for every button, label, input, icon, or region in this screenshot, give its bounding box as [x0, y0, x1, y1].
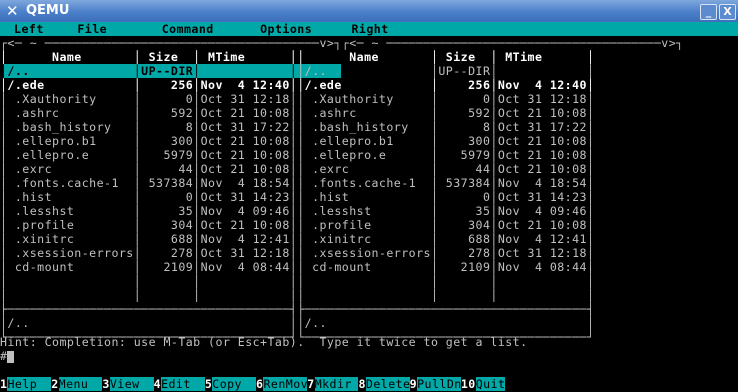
file-row: │ .profile │ 304│Oct 21 10:08││ .profile…	[0, 218, 738, 232]
file-row: │ .exrc │ 44│Oct 21 10:08││ .exrc │ 44│O…	[0, 162, 738, 176]
right-file-row[interactable]: │ .ellepro.e │ 5979│Oct 21 10:08│	[297, 148, 594, 162]
fkey-view[interactable]: 3View	[102, 377, 155, 391]
menu-left[interactable]: Left	[14, 22, 44, 36]
left-status: │/.. │	[0, 316, 298, 330]
fkey-edit[interactable]: 4Edit	[153, 377, 206, 391]
hint-line: Hint: Completion: use M-Tab (or Esc+Tab)…	[0, 335, 528, 349]
fkey-label: Delete	[365, 377, 411, 391]
left-file-row[interactable]: │ .lesshst │ 35│Nov 4 09:46│	[0, 204, 297, 218]
panel-separator: ├──────────────────────────────────────┤…	[0, 302, 595, 316]
menu-file[interactable]: File	[77, 22, 107, 36]
right-column-headers: │ Name │ Size │ MTime │	[297, 50, 595, 64]
status-row: │/.. ││/.. │	[0, 316, 738, 330]
file-row: │ .bash_history │ 8│Oct 31 17:22││ .bash…	[0, 120, 738, 134]
empty-row: │ │ │ ││ │ │ │	[0, 288, 595, 302]
column-header-row: │ Name │ Size │ MTime ││ Name │ Size │ M…	[0, 50, 738, 64]
right-parent-dir-row[interactable]: │/.. │UP--DIR│ │	[297, 64, 594, 78]
terminal[interactable]: Left File Command Options Right ┌<─ ~ ──────…	[0, 22, 738, 392]
fkey-number: 3	[102, 377, 110, 391]
fkey-label: PullDn	[417, 377, 462, 391]
file-row: │ .xinitrc │ 688│Nov 4 12:41││ .xinitrc …	[0, 232, 738, 246]
fkey-number: 10	[460, 377, 476, 391]
fkey-mkdir[interactable]: 7Mkdir	[307, 377, 360, 391]
fkey-renmov[interactable]: 6RenMov	[256, 377, 309, 391]
fkey-label: View	[109, 377, 155, 391]
file-row: │ .hist │ 0│Oct 31 14:23││ .hist │ 0│Oct…	[0, 190, 738, 204]
fkey-quit[interactable]: 10Quit	[460, 377, 506, 391]
left-file-row[interactable]: │ .ellepro.e │ 5979│Oct 21 10:08│	[0, 148, 297, 162]
app-x-icon: ✕	[6, 2, 19, 20]
left-file-row[interactable]: │ .ellepro.b1 │ 300│Oct 21 10:08│	[0, 134, 297, 148]
left-file-row[interactable]: │ .xsession-errors│ 278│Oct 31 12:18│	[0, 246, 297, 260]
text-cursor	[7, 350, 15, 363]
parent-dir-row: │/.. │UP--DIR│ ││/.. │UP--DIR│ │	[0, 64, 738, 78]
fkey-label: Help	[7, 377, 53, 391]
left-file-row[interactable]: │ cd-mount │ 2109│Nov 4 08:44│	[0, 260, 297, 274]
fkey-menu[interactable]: 2Menu	[51, 377, 104, 391]
fkey-label: Menu	[58, 377, 104, 391]
left-column-headers: │ Name │ Size │ MTime │	[0, 50, 298, 64]
fkey-number: 7	[307, 377, 315, 391]
file-row: │ .ellepro.b1 │ 300│Oct 21 10:08││ .elle…	[0, 134, 738, 148]
window-title: QEMU	[26, 3, 70, 18]
left-file-row[interactable]: │ .Xauthority │ 0│Oct 31 12:18│	[0, 92, 297, 106]
left-parent-dir-row[interactable]: │/.. │UP--DIR│ │	[0, 64, 297, 78]
left-file-row[interactable]: │ .fonts.cache-1 │ 537384│Nov 4 18:54│	[0, 176, 297, 190]
right-status: │/.. │	[297, 316, 595, 330]
right-file-row[interactable]: │ .ellepro.b1 │ 300│Oct 21 10:08│	[297, 134, 594, 148]
fkey-label: Edit	[161, 377, 206, 391]
file-row: │ .ashrc │ 592│Oct 21 10:08││ .ashrc │ 5…	[0, 106, 738, 120]
empty-row: │ │ │ ││ │ │ │	[0, 274, 595, 288]
right-file-row[interactable]: │ .exrc │ 44│Oct 21 10:08│	[297, 162, 594, 176]
right-file-row[interactable]: │ .Xauthority │ 0│Oct 31 12:18│	[297, 92, 594, 106]
fkey-number: 9	[409, 377, 418, 391]
right-file-row[interactable]: │ .xinitrc │ 688│Nov 4 12:41│	[297, 232, 594, 246]
left-file-row[interactable]: │/.ede │ 256│Nov 4 12:40│	[0, 78, 297, 92]
command-prompt[interactable]: #	[0, 349, 738, 363]
right-file-row[interactable]: │ .hist │ 0│Oct 31 14:23│	[297, 190, 594, 204]
mc-menubar: Left File Command Options Right	[0, 22, 738, 36]
file-row: │ .fonts.cache-1 │ 537384│Nov 4 18:54││ …	[0, 176, 738, 190]
left-file-row[interactable]: │ .bash_history │ 8│Oct 31 17:22│	[0, 120, 297, 134]
fkey-help[interactable]: 1Help	[0, 377, 53, 391]
panel-top-border: ┌<─ ~ ──────────────────────────────────…	[0, 36, 684, 50]
file-row: │ cd-mount │ 2109│Nov 4 08:44││ cd-mount…	[0, 260, 738, 274]
right-file-row[interactable]: │ .xsession-errors│ 278│Oct 31 12:18│	[297, 246, 594, 260]
right-file-row[interactable]: │ .lesshst │ 35│Nov 4 09:46│	[297, 204, 594, 218]
fkey-copy[interactable]: 5Copy	[204, 377, 257, 391]
left-file-row[interactable]: │ .hist │ 0│Oct 31 14:23│	[0, 190, 297, 204]
right-file-row[interactable]: │ .bash_history │ 8│Oct 31 17:22│	[297, 120, 594, 134]
right-file-row[interactable]: │/.ede │ 256│Nov 4 12:40│	[297, 78, 594, 92]
menu-options[interactable]: Options	[260, 22, 312, 36]
fkey-pulldn[interactable]: 9PullDn	[409, 377, 462, 391]
left-file-row[interactable]: │ .exrc │ 44│Oct 21 10:08│	[0, 162, 297, 176]
left-file-row[interactable]: │ .profile │ 304│Oct 21 10:08│	[0, 218, 297, 232]
close-button[interactable]: X	[719, 4, 736, 20]
left-file-row[interactable]: │ .ashrc │ 592│Oct 21 10:08│	[0, 106, 297, 120]
menu-command[interactable]: Command	[162, 22, 214, 36]
file-row: │/.ede │ 256│Nov 4 12:40││/.ede │ 256│No…	[0, 78, 738, 92]
fkey-label: Quit	[475, 377, 506, 391]
minimize-button[interactable]: _	[700, 4, 717, 20]
menu-right[interactable]: Right	[352, 22, 389, 36]
fkey-label: RenMov	[263, 377, 309, 391]
file-row: │ .ellepro.e │ 5979│Oct 21 10:08││ .elle…	[0, 148, 738, 162]
left-file-row[interactable]: │ .xinitrc │ 688│Nov 4 12:41│	[0, 232, 297, 246]
fkey-number: 8	[358, 377, 366, 391]
file-row: │ .Xauthority │ 0│Oct 31 12:18││ .Xautho…	[0, 92, 738, 106]
window-titlebar: ✕ QEMU _ X	[0, 0, 738, 22]
right-file-row[interactable]: │ cd-mount │ 2109│Nov 4 08:44│	[297, 260, 594, 274]
fkey-label: Mkdir	[314, 377, 360, 391]
fkey-number: 2	[51, 377, 59, 391]
file-row: │ .xsession-errors│ 278│Oct 31 12:18││ .…	[0, 246, 738, 260]
fkey-label: Copy	[212, 377, 257, 391]
file-row: │ .lesshst │ 35│Nov 4 09:46││ .lesshst │…	[0, 204, 738, 218]
fkey-number: 4	[153, 377, 162, 391]
fkey-delete[interactable]: 8Delete	[358, 377, 411, 391]
right-file-row[interactable]: │ .ashrc │ 592│Oct 21 10:08│	[297, 106, 594, 120]
right-file-row[interactable]: │ .fonts.cache-1 │ 537384│Nov 4 18:54│	[297, 176, 594, 190]
right-file-row[interactable]: │ .profile │ 304│Oct 21 10:08│	[297, 218, 594, 232]
